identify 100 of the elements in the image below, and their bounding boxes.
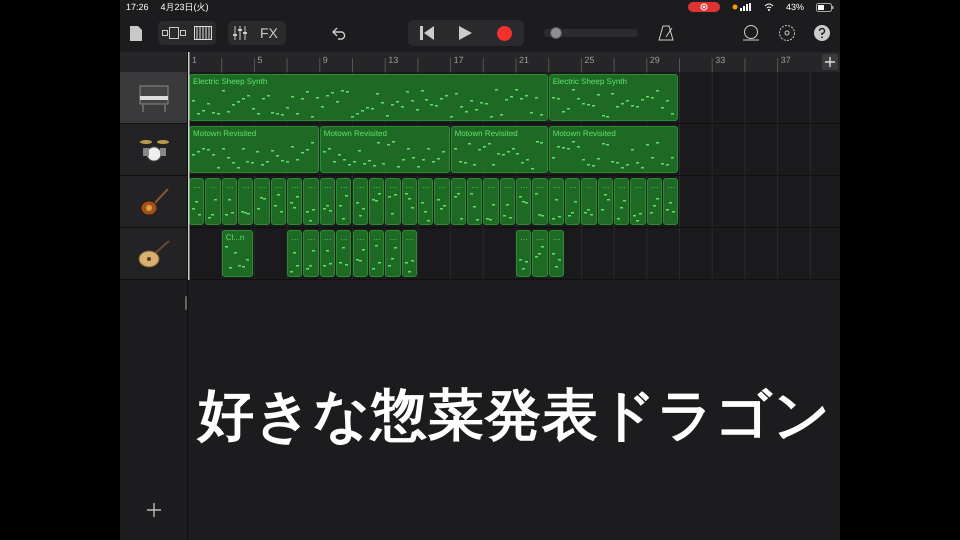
midi-region[interactable]: … [320,178,336,225]
midi-region[interactable]: … [548,230,564,277]
midi-region[interactable]: … [189,178,204,225]
midi-region[interactable]: … [483,178,499,225]
midi-region[interactable]: … [352,178,368,225]
midi-region[interactable]: … [385,178,401,225]
midi-region[interactable]: … [385,230,401,277]
midi-notes-drawing [633,213,642,222]
midi-region[interactable]: … [270,178,286,225]
region-title: … [602,181,610,190]
timeline-ruler[interactable]: 1 5 9 13 17 21 25 29 33 37 [188,52,840,72]
region-title: Motown Revisited [552,129,616,138]
midi-region[interactable]: Cl...n [222,230,254,277]
midi-region[interactable]: … [466,178,482,225]
midi-notes-drawing [356,249,364,262]
midi-region[interactable]: … [663,178,678,225]
region-title: … [634,181,642,190]
bar-number: 17 [454,55,464,65]
midi-region[interactable]: … [336,230,352,277]
slider-thumb[interactable] [550,27,562,39]
midi-region[interactable]: … [565,178,580,225]
midi-notes-drawing [208,199,218,218]
midi-notes-drawing [257,197,266,210]
document-icon[interactable] [130,26,142,40]
metronome-icon[interactable] [658,25,674,41]
midi-region[interactable]: … [418,178,434,225]
midi-region[interactable]: … [303,230,319,277]
midi-notes-drawing [650,198,659,214]
midi-region[interactable]: … [598,178,614,225]
midi-region[interactable]: … [581,178,597,225]
midi-region[interactable]: Motown Revisited [320,126,450,173]
region-title: … [618,181,626,190]
midi-notes-drawing [535,246,544,258]
caption-text: 好きな惣菜発表ドラゴン [198,382,831,448]
midi-region[interactable]: … [222,178,238,225]
master-volume-slider[interactable] [544,29,638,37]
region-title: … [193,181,201,190]
region-title: Motown Revisited [324,129,387,138]
midi-notes-drawing [306,250,316,270]
midi-region[interactable]: Motown Revisited [450,126,548,173]
midi-region[interactable]: … [254,178,270,225]
midi-notes-drawing [470,193,479,220]
midi-region[interactable]: … [368,178,384,225]
midi-notes-drawing [486,204,496,220]
midi-region[interactable]: … [516,178,532,225]
midi-notes-drawing [356,202,364,216]
settings-icon[interactable] [778,24,796,42]
midi-notes-drawing [584,209,594,216]
help-icon[interactable] [814,25,830,41]
undo-icon[interactable] [332,26,348,40]
keyboard-icon[interactable] [194,26,212,40]
midi-notes-drawing [388,194,398,214]
midi-region[interactable]: … [532,178,548,225]
midi-region[interactable]: … [336,178,352,225]
midi-notes-drawing [339,195,348,220]
midi-region[interactable]: … [205,178,221,225]
add-track-icon[interactable] [146,503,160,520]
midi-region[interactable]: … [630,178,646,225]
battery-icon [816,2,834,12]
midi-region[interactable]: … [368,230,384,277]
region-title: … [274,181,283,190]
midi-region[interactable]: … [500,178,515,225]
midi-region[interactable]: … [238,178,254,225]
loop-icon[interactable] [742,25,760,41]
midi-region[interactable]: Motown Revisited [189,126,319,173]
screen-recording-icon [688,2,720,12]
region-title: … [454,181,463,190]
midi-region[interactable]: Electric Sheep Synth [189,74,548,121]
midi-region[interactable]: … [532,230,548,277]
region-title: … [340,181,348,190]
add-section-icon[interactable] [822,54,838,70]
midi-region[interactable]: Motown Revisited [548,126,678,173]
midi-region[interactable]: … [320,230,336,277]
midi-region[interactable]: Electric Sheep Synth [548,74,678,121]
midi-region[interactable]: … [614,178,630,225]
midi-region[interactable]: … [402,178,417,225]
tracks-view-icon[interactable] [162,27,186,39]
midi-notes-drawing [339,247,348,266]
midi-region[interactable]: … [434,178,450,225]
region-title: … [340,233,348,242]
midi-region[interactable]: … [402,230,417,277]
midi-region[interactable]: … [303,178,319,225]
midi-region[interactable]: … [516,230,532,277]
midi-region[interactable]: … [352,230,368,277]
date-text: 4月23日(火) [160,0,209,14]
midi-notes-drawing [454,193,463,220]
midi-region[interactable]: … [287,178,302,225]
playhead-line[interactable] [188,52,190,280]
midi-region[interactable]: … [646,178,662,225]
midi-region[interactable]: … [548,178,564,225]
midi-notes-drawing [224,246,249,268]
scroll-handle[interactable] [185,296,187,310]
midi-region[interactable]: … [450,178,466,225]
region-title: … [487,181,496,190]
region-title: … [307,181,316,190]
midi-region[interactable]: … [287,230,302,277]
midi-notes-drawing [666,202,676,212]
bar-number: 25 [584,55,594,65]
mixer-icon[interactable] [232,25,248,41]
region-title: … [291,233,300,242]
